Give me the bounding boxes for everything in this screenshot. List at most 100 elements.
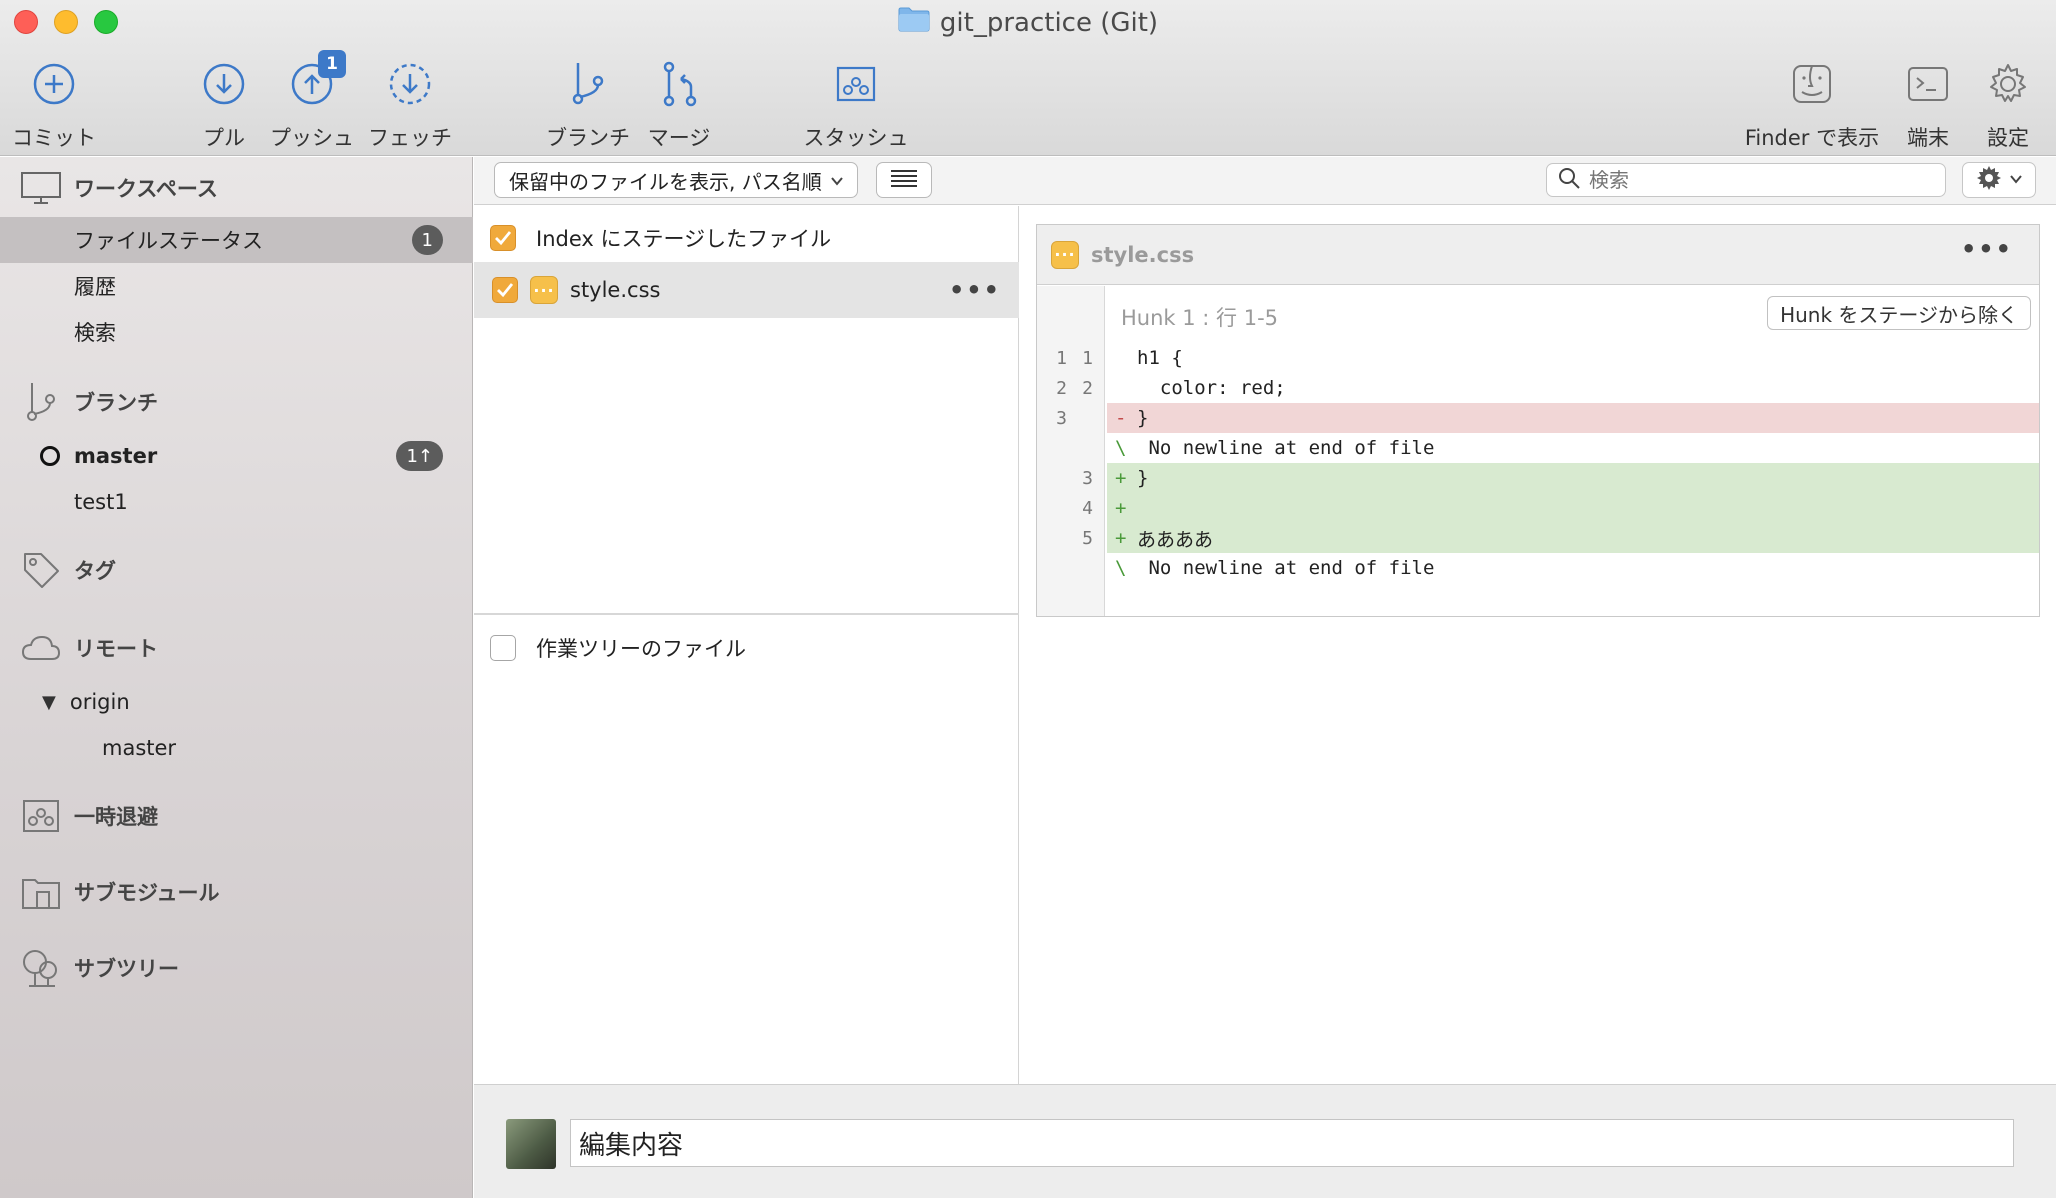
pull-button[interactable]: プル [196,56,252,152]
sidebar-section-label: リモート [74,637,158,661]
sidebar-section-stashes[interactable]: 一時退避 [0,791,473,841]
settings-button[interactable]: 設定 [1980,56,2036,152]
commit-button[interactable]: コミット [12,56,96,152]
diff-line[interactable]: 3 -} [1037,403,2039,433]
sidebar-item-label: test1 [74,490,128,514]
sidebar-section-submodules[interactable]: サブモジュール [0,867,473,917]
branch-icon [20,381,62,423]
list-splitter[interactable] [474,613,1019,615]
diff-line[interactable]: 3 +} [1037,463,2039,493]
avatar [506,1119,556,1169]
chevron-down-icon [829,171,845,195]
show-in-finder-button[interactable]: Finder で表示 [1744,56,1880,152]
sidebar-item-label: origin [69,690,130,714]
diff-marker: + [1115,527,1127,549]
options-menu-button[interactable] [1962,162,2036,198]
hunk-label: Hunk 1 : 行 1-5 [1121,306,1279,330]
file-view-dropdown[interactable]: 保留中のファイルを表示, パス名順 [494,162,858,198]
merge-button[interactable]: マージ [646,56,712,152]
sidebar-item-history[interactable]: 履歴 [0,263,473,309]
sidebar-item-remote-origin[interactable]: ▼ origin [0,679,473,725]
diff-more-actions-button[interactable]: ••• [1961,235,2013,263]
tree-icon [20,947,62,989]
unstage-hunk-button[interactable]: Hunk をステージから除く [1767,296,2031,330]
unstaged-header-label: 作業ツリーのファイル [536,637,746,661]
sidebar-section-label: ブランチ [74,391,158,415]
diff-line[interactable]: 4 + [1037,493,2039,523]
diff-line-text: color: red; [1137,377,1286,399]
diff-line-text: No newline at end of file [1137,437,1435,459]
sidebar-section-workspace[interactable]: ワークスペース [0,163,473,213]
sidebar-section-label: 一時退避 [74,805,158,829]
diff-line-body: \ No newline at end of file [1107,553,2039,583]
diff-line[interactable]: \ No newline at end of file [1037,433,2039,463]
terminal-label: 端末 [1907,126,1949,150]
hunk-header: Hunk 1 : 行 1-5 Hunk をステージから除く [1037,286,2039,342]
sidebar-section-label: タグ [74,559,116,583]
commit-label: コミット [12,126,96,150]
sidebar-section-label: ワークスペース [74,177,218,201]
finder-icon [1790,56,1834,112]
gear-icon [1975,164,2003,196]
list-view-button[interactable] [876,162,932,198]
diff-line[interactable]: 22 color: red; [1037,373,2039,403]
sidebar-item-file-status[interactable]: ファイルステータス 1 [0,217,473,263]
staged-header-label: Index にステージしたファイル [536,227,832,251]
sidebar-item-search[interactable]: 検索 [0,309,473,355]
tag-icon [20,549,62,591]
file-stage-checkbox[interactable] [492,277,518,303]
commit-bar [474,1084,2056,1198]
new-line-number: 2 [1082,377,1093,399]
branch-button[interactable]: ブランチ [544,56,632,152]
search-input[interactable] [1589,168,1929,192]
diff-line-body: + ああああ [1107,523,2039,553]
fetch-button[interactable]: フェッチ [366,56,454,152]
folder-icon [898,6,930,39]
window-title: git_practice (Git) [939,7,1159,38]
sidebar-section-label: サブツリー [74,957,179,981]
sidebar-section-tags[interactable]: タグ [0,545,473,595]
push-label: プッシュ [270,126,354,150]
submodule-icon [20,871,62,913]
sidebar-item-remote-branch-master[interactable]: master [0,725,473,771]
dropdown-value: 保留中のファイルを表示, パス名順 [509,169,822,194]
diff-line-body: \ No newline at end of file [1107,433,2039,463]
unstaged-files-header: 作業ツリーのファイル [474,624,1019,672]
diff-line[interactable]: \ No newline at end of file [1037,553,2039,583]
file-list-panel: Index にステージしたファイル ··· style.css ••• 作業ツリ… [474,206,1019,1084]
diff-marker: + [1115,497,1127,519]
arrow-down-circle-icon [202,56,246,112]
terminal-button[interactable]: 端末 [1900,56,1956,152]
push-button[interactable]: 1 プッシュ [268,50,356,152]
diff-line-text: ああああ [1137,528,1214,551]
merge-icon [659,56,699,112]
fetch-icon [388,56,432,112]
sidebar-section-remotes[interactable]: リモート [0,623,473,673]
file-row[interactable]: ··· style.css ••• [474,262,1019,318]
modified-file-icon: ··· [1051,240,1079,269]
stage-all-checkbox[interactable] [490,225,516,251]
gear-icon [1986,56,2030,112]
branch-label: ブランチ [546,126,630,150]
diff-line-text: } [1137,407,1149,429]
search-icon [1557,166,1581,195]
sidebar-item-label: master [74,444,158,468]
diff-line[interactable]: 5 + ああああ [1037,523,2039,553]
more-actions-button[interactable]: ••• [949,276,1001,304]
commit-message-input[interactable] [570,1119,2014,1167]
stash-button[interactable]: スタッシュ [800,56,912,152]
new-line-number: 4 [1082,497,1093,519]
sidebar-item-branch-master[interactable]: master 1↑ [0,433,473,479]
diff-line-body: +} [1107,463,2039,493]
disclosure-triangle-icon[interactable]: ▼ [42,692,56,713]
diff-line[interactable]: 1 1 h1 { [1037,343,2039,373]
finder-label: Finder で表示 [1744,126,1880,150]
sidebar-section-subtrees[interactable]: サブツリー [0,943,473,993]
old-line-number: 1 [1056,347,1067,369]
unstaged-checkbox[interactable] [490,635,516,661]
sidebar-item-branch-test1[interactable]: test1 [0,479,473,525]
stash-label: スタッシュ [803,126,909,150]
sidebar-item-label: master [102,736,177,760]
search-field[interactable] [1546,163,1946,197]
sidebar-section-branches[interactable]: ブランチ [0,377,473,427]
